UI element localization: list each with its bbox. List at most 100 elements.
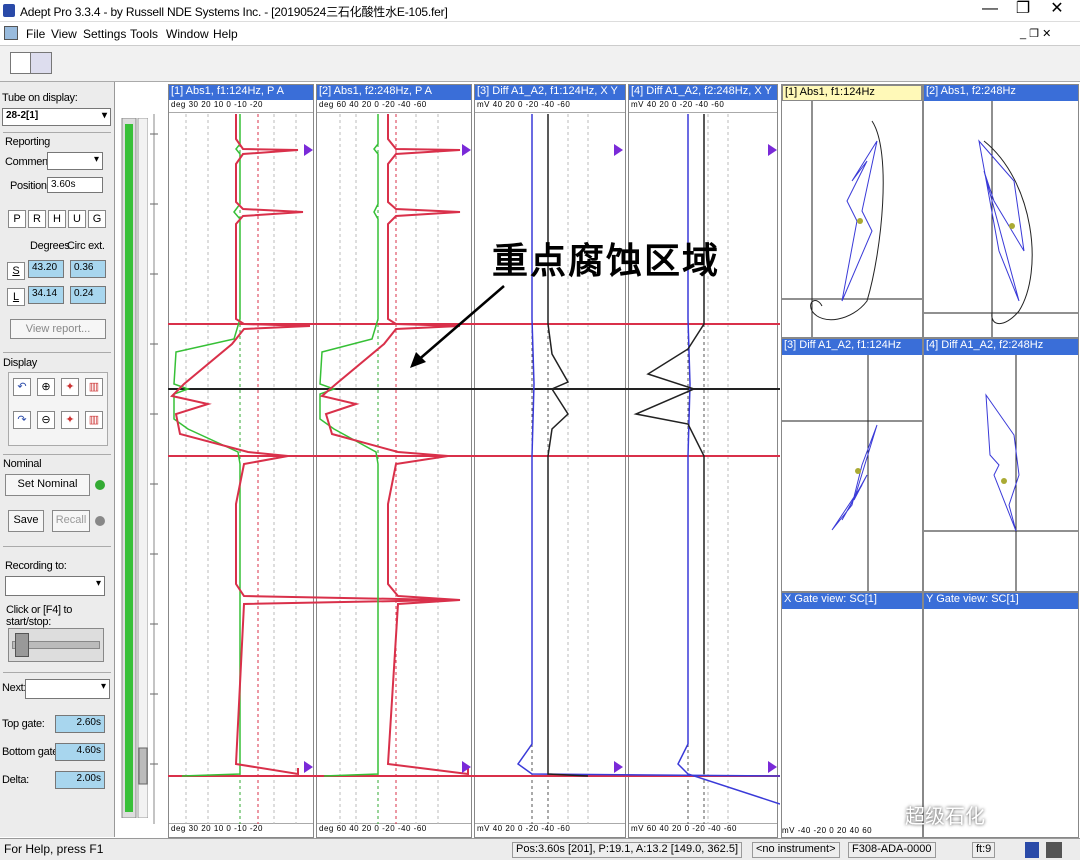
pin-icon[interactable]: ✦: [61, 378, 79, 396]
chevron-down-icon: ▾: [95, 578, 101, 589]
chevron-down-icon: ▾: [100, 681, 106, 692]
document-icon: [4, 26, 18, 40]
nominal-status-icon: [95, 480, 105, 490]
position-field[interactable]: 3.60s: [47, 177, 103, 193]
title-bar: Adept Pro 3.3.4 - by Russell NDE Systems…: [0, 0, 1080, 22]
chevron-down-icon: ▾: [93, 154, 99, 165]
lissajous-4-plot: [924, 355, 1078, 591]
lissajous-4-title: [4] Diff A1_A2, f2:248Hz: [924, 339, 1078, 355]
g-button[interactable]: G: [88, 210, 106, 228]
menu-view[interactable]: View: [51, 27, 77, 41]
x-gate-view[interactable]: X Gate view: SC[1]: [781, 592, 923, 838]
view-report-button[interactable]: View report...: [10, 319, 106, 339]
gate-scale: mV -40 -20 0 20 40 60: [782, 826, 873, 835]
strip-traces: [150, 114, 780, 824]
status-instrument: <no instrument>: [752, 842, 840, 858]
u-button[interactable]: U: [68, 210, 86, 228]
status-indicator-dark: [1046, 842, 1062, 858]
nominal-label: Nominal: [3, 458, 42, 470]
display-toolbox: ↶ ⊕ ✦ ▥ ↷ ⊖ ✦ ▥: [8, 372, 108, 446]
palette-alt-icon[interactable]: ▥: [85, 411, 103, 429]
rotate-cw-icon[interactable]: ↷: [13, 411, 31, 429]
circ-label: Circ ext.: [67, 240, 105, 252]
tube-select[interactable]: 28-2[1] ▾: [2, 108, 111, 126]
bottom-gate-label: Bottom gate:: [2, 746, 61, 758]
record-thumb[interactable]: [15, 633, 29, 657]
close-button[interactable]: ✕: [1042, 0, 1072, 20]
menu-help[interactable]: Help: [213, 27, 238, 41]
position-label: Position:: [10, 180, 50, 192]
next-select[interactable]: ▾: [25, 679, 110, 699]
reporting-label: Reporting: [5, 136, 50, 148]
menu-settings[interactable]: Settings: [83, 27, 126, 41]
control-panel: Tube on display: 28-2[1] ▾ Reporting Comm…: [0, 82, 115, 837]
maximize-button[interactable]: ❐: [1008, 0, 1038, 20]
status-ft: ft:9: [972, 842, 996, 858]
delta-label: Delta:: [2, 774, 29, 786]
recall-button[interactable]: Recall: [52, 510, 90, 532]
lissajous-1[interactable]: [1] Abs1, f1:124Hz: [781, 84, 923, 338]
annotation-label: 重点腐蚀区域: [492, 240, 721, 282]
status-bar: For Help, press F1 Pos:3.60s [201], P:19…: [0, 838, 1080, 860]
pin-alt-icon[interactable]: ✦: [61, 411, 79, 429]
l-circ: 0.24: [70, 286, 106, 304]
menu-tools[interactable]: Tools: [130, 27, 158, 41]
next-label: Next:: [2, 682, 27, 694]
lissajous-3-title: [3] Diff A1_A2, f1:124Hz: [782, 339, 922, 355]
x-gate-title: X Gate view: SC[1]: [782, 593, 922, 609]
menu-bar: File View Settings Tools Window Help _ ❐…: [0, 22, 1080, 46]
window-title: Adept Pro 3.3.4 - by Russell NDE Systems…: [20, 5, 448, 19]
menu-window[interactable]: Window: [166, 27, 209, 41]
chevron-down-icon: ▾: [101, 110, 107, 121]
y-gate-title: Y Gate view: SC[1]: [924, 593, 1078, 609]
lissajous-4[interactable]: [4] Diff A1_A2, f2:248Hz: [923, 338, 1079, 592]
lissajous-3[interactable]: [3] Diff A1_A2, f1:124Hz: [781, 338, 923, 592]
recording-label: Recording to:: [5, 560, 67, 572]
tube-label: Tube on display:: [2, 92, 78, 104]
h-button[interactable]: H: [48, 210, 66, 228]
degrees-label: Degrees: [30, 240, 70, 252]
save-button[interactable]: Save: [8, 510, 44, 532]
palette-icon[interactable]: ▥: [85, 378, 103, 396]
bottom-gate-value: 4.60s: [55, 743, 105, 761]
lissajous-2-plot: [924, 101, 1078, 337]
app-icon: [3, 4, 15, 17]
lissajous-3-plot: [782, 355, 922, 591]
top-gate-label: Top gate:: [2, 718, 45, 730]
recording-select[interactable]: ▾: [5, 576, 105, 596]
menu-file[interactable]: File: [26, 27, 45, 41]
watermark: 超级石化: [905, 806, 985, 828]
status-indicator: [1025, 842, 1039, 858]
display-label: Display: [3, 357, 37, 369]
s-label[interactable]: S: [7, 262, 25, 280]
lissajous-1-plot: [782, 101, 922, 337]
recall-status-icon: [95, 516, 105, 526]
record-toggle[interactable]: [8, 628, 104, 662]
status-code: F308-ADA-0000: [848, 842, 936, 858]
rotate-ccw-icon[interactable]: ↶: [13, 378, 31, 396]
status-position: Pos:3.60s [201], P:19.1, A:13.2 [149.0, …: [512, 842, 742, 858]
set-nominal-button[interactable]: Set Nominal: [5, 474, 90, 496]
l-degrees: 34.14: [28, 286, 64, 304]
r-button[interactable]: R: [28, 210, 46, 228]
click-label: Click or [F4] to start/stop:: [6, 604, 73, 628]
comment-select[interactable]: ▾: [47, 152, 103, 170]
open-file-icon[interactable]: [10, 52, 32, 74]
s-circ: 0.36: [70, 260, 106, 278]
lissajous-2[interactable]: [2] Abs1, f2:248Hz: [923, 84, 1079, 338]
lissajous-2-title: [2] Abs1, f2:248Hz: [924, 85, 1078, 101]
minimize-button[interactable]: —: [975, 0, 1005, 20]
top-gate-value: 2.60s: [55, 715, 105, 733]
toolbar: [0, 46, 1080, 82]
p-button[interactable]: P: [8, 210, 26, 228]
position-scrollbar[interactable]: [118, 118, 148, 818]
zoom-out-icon[interactable]: ⊖: [37, 411, 55, 429]
tube-value: 28-2[1]: [6, 110, 39, 121]
mdi-controls[interactable]: _ ❐ ✕: [1020, 27, 1051, 40]
zoom-in-icon[interactable]: ⊕: [37, 378, 55, 396]
report-icon[interactable]: [30, 52, 52, 74]
l-label[interactable]: L: [7, 288, 25, 306]
s-degrees: 43.20: [28, 260, 64, 278]
status-help: For Help, press F1: [4, 842, 104, 856]
lissajous-1-title: [1] Abs1, f1:124Hz: [782, 85, 922, 101]
